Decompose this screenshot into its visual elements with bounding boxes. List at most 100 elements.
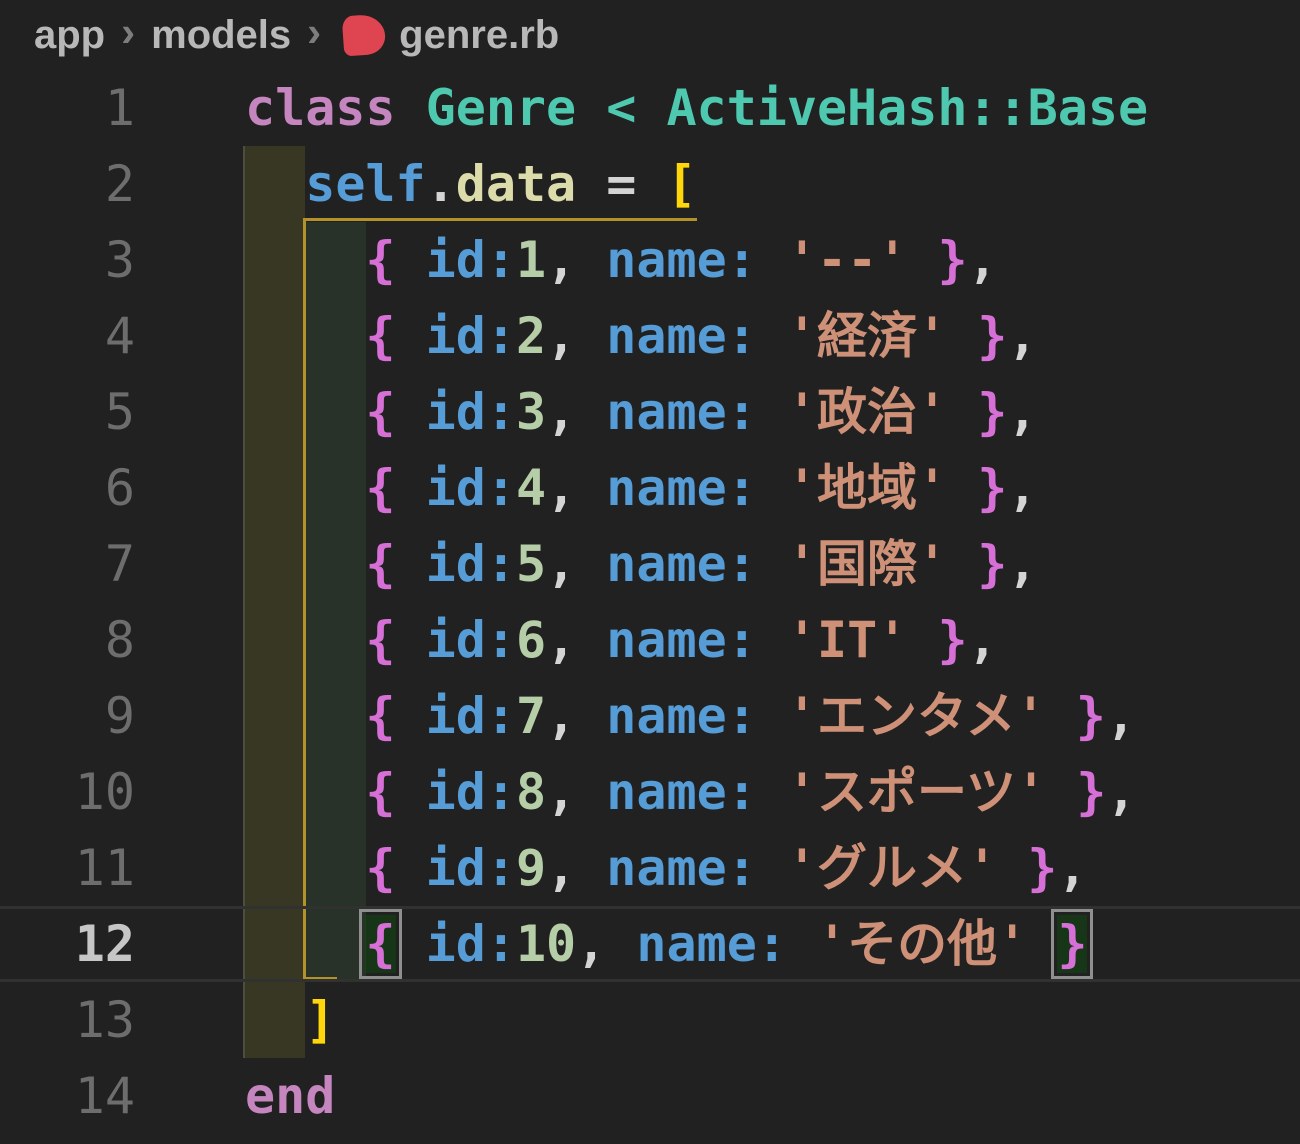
token-plain: ,	[1105, 687, 1136, 745]
token-plain: ,	[546, 611, 607, 669]
token-kw: class	[245, 79, 426, 137]
token-brace: }	[1075, 687, 1106, 745]
token-brace: {	[365, 611, 396, 669]
code-line[interactable]: 3 { id:1, name: '--' },	[0, 222, 1300, 298]
token-key: name:	[606, 611, 757, 669]
token-key: id:	[425, 535, 516, 593]
code-line[interactable]: 9 { id:7, name: 'エンタメ' },	[0, 678, 1300, 754]
token-num: 5	[515, 535, 547, 593]
code-text: { id:10, name: 'その他' }	[135, 909, 1094, 979]
token-brace: }	[937, 611, 968, 669]
line-number[interactable]: 5	[0, 374, 135, 450]
code-line[interactable]: 8 { id:6, name: 'IT' },	[0, 602, 1300, 678]
code-text: self.data = [	[135, 155, 697, 213]
line-number[interactable]: 6	[0, 450, 135, 526]
line-number[interactable]: 14	[0, 1058, 135, 1134]
token-str: '国際'	[786, 535, 948, 593]
token-key: name:	[606, 231, 757, 289]
code-line-current[interactable]: 12 { id:10, name: 'その他' }	[0, 906, 1300, 982]
token-key: id:	[425, 307, 516, 365]
code-text: { id:3, name: '政治' },	[135, 383, 1037, 441]
line-number[interactable]: 3	[0, 222, 135, 298]
token-plain: ,	[546, 763, 607, 821]
token-key: id:	[425, 839, 516, 897]
token-brace: {	[365, 535, 396, 593]
code-line[interactable]: 11 { id:9, name: 'グルメ' },	[0, 830, 1300, 906]
token-plain: ,	[1007, 383, 1038, 441]
code-line[interactable]: 14 end	[0, 1058, 1300, 1134]
line-number[interactable]: 13	[0, 982, 135, 1058]
token-num: 10	[515, 915, 577, 973]
token-plain: =	[576, 155, 667, 213]
code-line[interactable]: 13 ]	[0, 982, 1300, 1058]
token-key: name:	[606, 383, 757, 441]
token-brace: }	[977, 383, 1008, 441]
code-line[interactable]: 10 { id:8, name: 'スポーツ' },	[0, 754, 1300, 830]
token-plain: ,	[546, 535, 607, 593]
code-line[interactable]: 2 self.data = [	[0, 146, 1300, 222]
code-text: end	[135, 1067, 335, 1125]
breadcrumb-item-app[interactable]: app	[34, 13, 105, 58]
code-line[interactable]: 6 { id:4, name: '地域' },	[0, 450, 1300, 526]
code-line[interactable]: 7 { id:5, name: '国際' },	[0, 526, 1300, 602]
token-plain: ,	[1106, 763, 1137, 821]
line-number[interactable]: 11	[0, 830, 135, 906]
vscode-editor-window: app › models › genre.rb 1 class Genre < A…	[0, 0, 1300, 1144]
line-number[interactable]: 1	[0, 70, 135, 146]
line-number[interactable]: 12	[0, 906, 135, 982]
line-number[interactable]: 10	[0, 754, 135, 830]
breadcrumb-item-models[interactable]: models	[151, 13, 291, 58]
token-brace: {	[365, 231, 396, 289]
line-number[interactable]: 9	[0, 678, 135, 754]
token-self: self	[305, 155, 426, 213]
token-key: name:	[606, 687, 757, 745]
token-key: id:	[425, 687, 516, 745]
line-number[interactable]: 7	[0, 526, 135, 602]
line-number[interactable]: 2	[0, 146, 135, 222]
token-num: 8	[515, 763, 547, 821]
line-number[interactable]: 4	[0, 298, 135, 374]
breadcrumb-item-file[interactable]: genre.rb	[399, 13, 559, 58]
line-number[interactable]: 8	[0, 602, 135, 678]
code-line[interactable]: 5 { id:3, name: '政治' },	[0, 374, 1300, 450]
token-key: name:	[606, 763, 757, 821]
code-lines: 1 class Genre < ActiveHash::Base2 self.da…	[0, 70, 1300, 1134]
token-str: 'グルメ'	[786, 839, 998, 897]
code-editor[interactable]: 1 class Genre < ActiveHash::Base2 self.da…	[0, 70, 1300, 1134]
token-str: 'その他'	[817, 915, 1028, 973]
breadcrumb-separator-icon: ›	[307, 8, 322, 55]
token-plain: ,	[546, 307, 607, 365]
token-key: name:	[636, 915, 787, 973]
token-brace: }	[977, 535, 1008, 593]
token-type: Genre < ActiveHash::Base	[425, 79, 1149, 137]
token-bracket1: [	[666, 155, 697, 213]
code-line[interactable]: 4 { id:2, name: '経済' },	[0, 298, 1300, 374]
token-num: 6	[515, 611, 547, 669]
token-key: id:	[425, 231, 516, 289]
token-brace-match: {	[359, 909, 402, 979]
code-line[interactable]: 1 class Genre < ActiveHash::Base	[0, 70, 1300, 146]
